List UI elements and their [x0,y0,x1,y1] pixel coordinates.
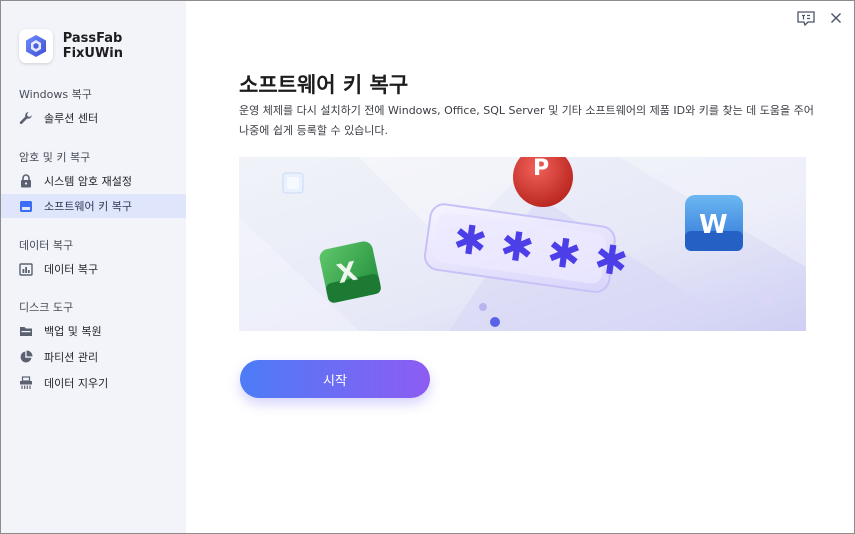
sidebar-item-data-recovery[interactable]: 데이터 복구 [1,257,186,281]
app-name: PassFab FixUWin [62,31,124,61]
section-title-data-recovery: 데이터 복구 [19,239,74,252]
sidebar-item-label: 시스템 암호 재설정 [44,175,132,188]
app-logo-icon [19,29,53,63]
lock-icon [19,174,33,188]
sidebar-item-label: 소프트웨어 키 복구 [44,200,132,213]
wrench-icon [19,111,33,125]
key-card-icon [19,199,33,213]
sidebar-item-data-erase[interactable]: 데이터 지우기 [1,371,186,395]
page-description: 운영 체제를 다시 설치하기 전에 Windows, Office, SQL S… [239,104,814,137]
feedback-icon[interactable] [795,9,817,27]
app-window: PassFab FixUWin Windows 복구 솔루션 센터 암호 및 키… [0,0,855,534]
start-button[interactable]: 시작 [240,360,430,398]
svg-text:P: P [533,157,549,181]
sidebar-item-backup-restore[interactable]: 백업 및 복원 [1,319,186,343]
sidebar-item-label: 데이터 지우기 [44,377,109,390]
sidebar-item-system-password-reset[interactable]: 시스템 암호 재설정 [1,169,186,193]
sidebar-item-partition-management[interactable]: 파티션 관리 [1,345,186,369]
banner-illustration: ✱ ✱ ✱ ✱ P W X [239,157,806,331]
hero-banner-image: ✱ ✱ ✱ ✱ P W X [239,157,806,331]
excel-badge-icon: X [319,241,381,303]
sidebar-item-solution-center[interactable]: 솔루션 센터 [1,106,186,130]
word-badge-icon: W [685,195,743,251]
app-logo-row: PassFab FixUWin [19,29,186,63]
svg-text:W: W [699,210,728,240]
sidebar-item-label: 파티션 관리 [44,351,99,364]
folder-icon [19,324,33,338]
sidebar-item-label: 백업 및 복원 [44,325,102,338]
sidebar-item-label: 데이터 복구 [44,263,99,276]
pie-chart-icon [19,350,33,364]
section-title-disk-tools: 디스크 도구 [19,301,74,314]
sidebar-item-software-key-recovery[interactable]: 소프트웨어 키 복구 [1,194,186,218]
bar-chart-icon [19,262,33,276]
shredder-icon [19,376,33,390]
sidebar: PassFab FixUWin Windows 복구 솔루션 센터 암호 및 키… [1,1,186,533]
section-title-windows-recovery: Windows 복구 [19,88,92,101]
page-title: 소프트웨어 키 복구 [239,73,409,97]
close-icon[interactable] [827,9,845,27]
sidebar-item-label: 솔루션 센터 [44,112,99,125]
section-title-password-key-recovery: 암호 및 키 복구 [19,151,91,164]
